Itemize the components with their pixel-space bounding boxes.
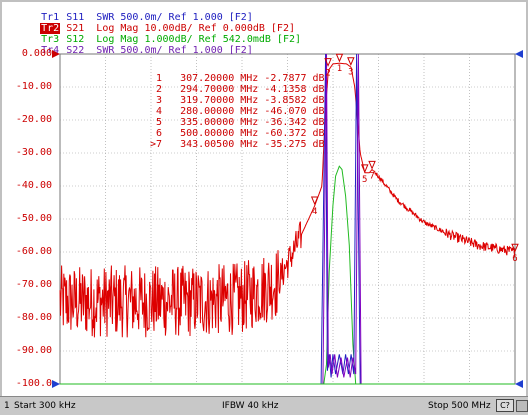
y-tick-label: -40.00 [15,180,52,191]
y-tick-label: -50.00 [15,213,52,224]
marker-triangle [368,160,376,170]
y-tick-label: -20.00 [15,114,52,125]
correction-status-button[interactable]: C? [496,399,514,412]
marker-label: 2 [325,69,330,79]
y-tick-label: -10.00 [15,81,52,92]
marker-label: 7 [369,171,374,181]
marker-readout-2: 2 294.70000 MHz -4.1358 dB [155,84,325,95]
ref-position-left-icon [52,380,60,388]
y-tick-label: -80.00 [15,312,52,323]
status-bar: 1 Start 300 kHz IFBW 40 kHz Stop 500 MHz [0,396,528,415]
y-tick-label: -90.00 [15,345,52,356]
window-tile-icon[interactable] [516,400,528,412]
y-tick-label: -30.00 [15,147,52,158]
plot-area[interactable]: 1234567 Tr1 S11 SWR 500.0m/ Ref 1.000 [F… [2,2,526,396]
marker-readout-4: 4 280.00000 MHz -46.070 dB [155,106,325,117]
trace-4-label: S22 SWR 500.0m/ Ref 1.000 [F2] [60,45,253,56]
analyzer-screen: 1234567 Tr1 S11 SWR 500.0m/ Ref 1.000 [F… [0,0,528,415]
marker-label: 6 [512,254,517,264]
marker-readout-6: 6 500.00000 MHz -60.372 dB [155,128,325,139]
marker-readout-1: 1 307.20000 MHz -2.7877 dB [155,73,325,84]
y-tick-label: 0.000 [21,48,52,59]
marker-readout-7: >7 343.00500 MHz -35.275 dB [149,139,325,150]
marker-triangle [335,53,344,63]
ifbw-setting[interactable]: IFBW 40 kHz [222,401,278,411]
marker-readout-3: 3 319.70000 MHz -3.8582 dB [155,95,325,106]
channel-number[interactable]: 1 [4,401,10,411]
marker-label: 4 [312,207,317,217]
trace-markers: 12 3 4 5 6 7 [310,53,519,264]
stop-frequency[interactable]: Stop 500 MHz [428,401,491,411]
marker-label: 3 [348,68,353,78]
marker-triangle [347,57,355,67]
ref-position-right-icon [515,380,523,388]
marker-label: 1 [337,64,342,74]
y-tick-label: -100.0 [15,378,52,389]
y-tick-label: -70.00 [15,279,52,290]
y-tick-label: -60.00 [15,246,52,257]
start-frequency[interactable]: Start 300 kHz [14,401,76,411]
marker-label: 5 [362,175,367,185]
marker-triangle [361,164,369,174]
trace-offscale-right-icon [515,50,523,58]
marker-readout-5: 5 335.00000 MHz -36.342 dB [155,117,325,128]
